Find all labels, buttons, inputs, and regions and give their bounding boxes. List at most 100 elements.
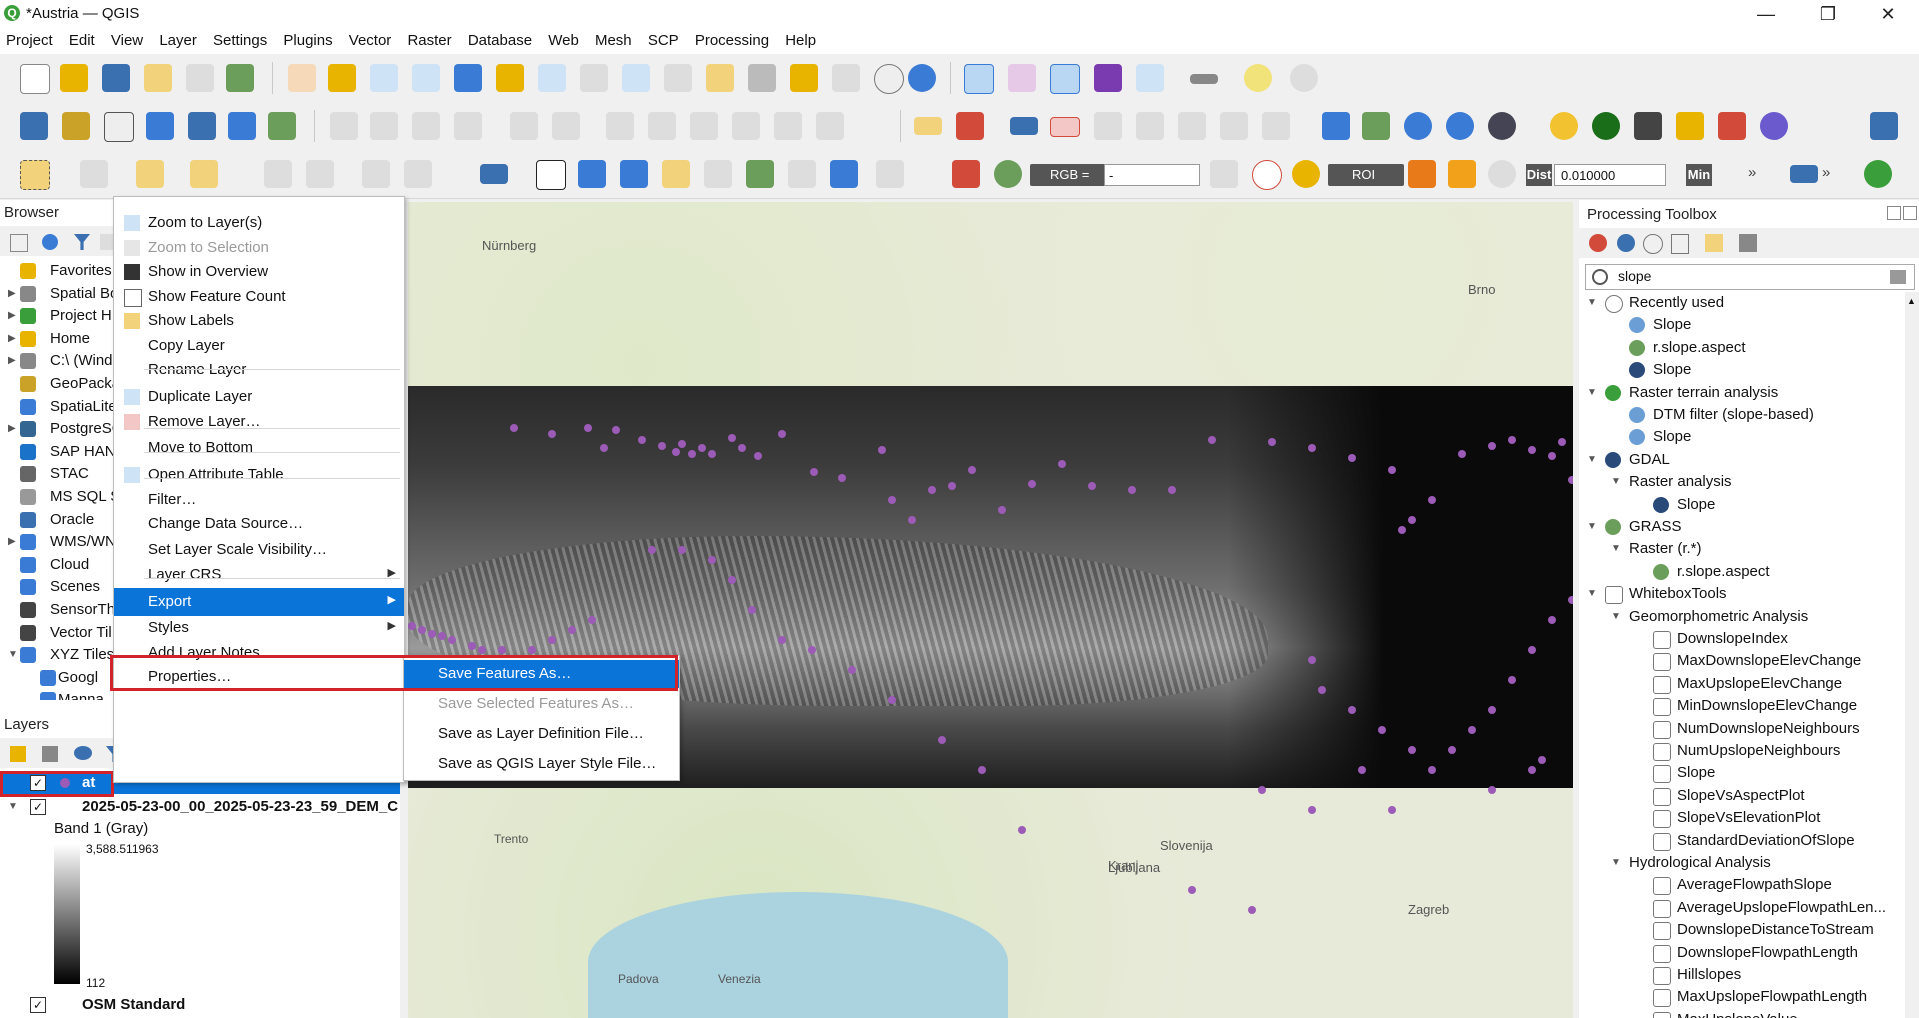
toggle-editing-icon[interactable]: [370, 112, 398, 140]
scp-zoom-icon[interactable]: [994, 160, 1022, 188]
context-menu-item[interactable]: Layer CRS ▶: [114, 561, 404, 589]
merge-features-icon[interactable]: [362, 160, 390, 188]
add-selected-layers-icon[interactable]: [10, 234, 28, 252]
menu-vector[interactable]: Vector: [343, 28, 398, 53]
models-icon[interactable]: [1589, 234, 1607, 252]
menu-scp[interactable]: SCP: [642, 28, 685, 53]
label-toolbar-icon[interactable]: [914, 117, 942, 135]
new-3d-view-icon[interactable]: [748, 64, 776, 92]
zoom-next-icon[interactable]: [664, 64, 692, 92]
toolbox-scrollbar[interactable]: ▲: [1905, 292, 1919, 1018]
add-wms-layer-icon[interactable]: [268, 112, 296, 140]
expand-arrow-icon[interactable]: ▶: [8, 536, 16, 547]
scripts-python-icon[interactable]: [1617, 234, 1635, 252]
edit-features-in-place-icon[interactable]: [1705, 234, 1723, 252]
results-viewer-icon[interactable]: [1671, 234, 1689, 254]
menu-project[interactable]: Project: [0, 28, 59, 53]
data-source-manager-icon[interactable]: [20, 112, 48, 140]
code-editor-icon[interactable]: [876, 160, 904, 188]
filter-icon[interactable]: [74, 234, 90, 250]
context-menu-item[interactable]: Zoom to Layer(s): [114, 209, 404, 237]
rotate-label-icon[interactable]: [1178, 112, 1206, 140]
zoom-layer-icon[interactable]: [538, 64, 566, 92]
expand-arrow-icon[interactable]: ▼: [1587, 297, 1597, 308]
menu-web[interactable]: Web: [542, 28, 585, 53]
edit-pencil-icon[interactable]: [330, 112, 358, 140]
clear-search-icon[interactable]: [1890, 270, 1906, 284]
python-console-icon[interactable]: [1550, 112, 1578, 140]
float-panel-icon[interactable]: [1887, 206, 1901, 220]
select-by-location-icon[interactable]: [1322, 112, 1350, 140]
image-annotation-icon[interactable]: [830, 160, 858, 188]
html-annotation-icon[interactable]: [788, 160, 816, 188]
attribute-table-icon[interactable]: [1136, 64, 1164, 92]
layer-visibility-checkbox[interactable]: ✓: [30, 997, 46, 1013]
map-tips-icon[interactable]: [1244, 64, 1272, 92]
label-settings-icon[interactable]: [1262, 112, 1290, 140]
context-menu-item[interactable]: Styles ▶: [114, 614, 404, 642]
identify-features-icon[interactable]: [964, 64, 994, 94]
context-menu-item[interactable]: Set Layer Scale Visibility…: [114, 536, 404, 564]
scroll-up-icon[interactable]: ▲: [1907, 296, 1916, 306]
search-magnifier-icon[interactable]: [1592, 112, 1620, 140]
menu-raster[interactable]: Raster: [401, 28, 457, 53]
open-layer-styling-icon[interactable]: [10, 746, 26, 762]
context-menu-item[interactable]: Change Data Source…: [114, 510, 404, 538]
close-button[interactable]: ✕: [1868, 2, 1908, 26]
pin-label-icon[interactable]: [1050, 117, 1080, 137]
move-label-icon[interactable]: [1136, 112, 1164, 140]
triangle-tool-icon[interactable]: [1362, 112, 1390, 140]
history-clock-icon[interactable]: [1643, 234, 1663, 254]
minimize-button[interactable]: —: [1746, 2, 1786, 26]
expand-arrow-icon[interactable]: ▼: [1611, 476, 1621, 487]
context-menu-item[interactable]: Rename Layer: [114, 356, 404, 384]
new-geopackage-icon[interactable]: [62, 112, 90, 140]
add-raster-layer-icon[interactable]: [228, 112, 256, 140]
select-shape-icon[interactable]: [190, 160, 218, 188]
context-menu-item[interactable]: Move to Bottom: [114, 434, 404, 462]
reshape-icon[interactable]: [404, 160, 432, 188]
copy-features-icon[interactable]: [690, 112, 718, 140]
zoom-native-icon[interactable]: [580, 64, 608, 92]
menu-mesh[interactable]: Mesh: [589, 28, 638, 53]
roi-polygon-icon[interactable]: [1408, 160, 1436, 188]
search-input[interactable]: slope: [1618, 268, 1651, 284]
temporal-clock-icon[interactable]: [874, 64, 904, 94]
zoom-last-icon[interactable]: [622, 64, 650, 92]
dist-spinbox[interactable]: 0.010000: [1554, 164, 1666, 186]
rgb-select[interactable]: -: [1104, 164, 1200, 186]
refresh-icon[interactable]: [908, 64, 936, 92]
menu-view[interactable]: View: [105, 28, 149, 53]
paste-features-icon[interactable]: [732, 112, 760, 140]
open-project-icon[interactable]: [60, 64, 88, 92]
close-panel-icon[interactable]: [1903, 206, 1917, 220]
expand-arrow-icon[interactable]: ▼: [1587, 588, 1597, 599]
snapping-icon[interactable]: [306, 160, 334, 188]
scp-search-icon[interactable]: [1864, 160, 1892, 188]
crosshair-icon[interactable]: [1718, 112, 1746, 140]
show-hide-labels-icon[interactable]: [1094, 112, 1122, 140]
spatial-bookmark-icon[interactable]: [790, 64, 818, 92]
expand-arrow-icon[interactable]: ▼: [1611, 611, 1621, 622]
menu-processing[interactable]: Processing: [689, 28, 775, 53]
maximize-button[interactable]: ❐: [1808, 2, 1848, 26]
map-canvas[interactable]: Nürnberg Brno Kranj Slovenija Ljubljana …: [408, 202, 1573, 1018]
pan-hand-icon[interactable]: [288, 64, 316, 92]
layer-row-dem[interactable]: ▼ ✓ 2025-05-23-00_00_2025-05-23-23_59_DE…: [0, 796, 400, 818]
select-by-value-icon[interactable]: [80, 160, 108, 188]
save-project-icon[interactable]: [102, 64, 130, 92]
menu-database[interactable]: Database: [462, 28, 538, 53]
add-group-icon[interactable]: [42, 746, 58, 762]
measure-ruler-icon[interactable]: [1190, 74, 1218, 84]
create-polygon-icon[interactable]: [578, 160, 606, 188]
scp-band-set-icon[interactable]: [952, 160, 980, 188]
help-icon[interactable]: [1870, 112, 1898, 140]
expand-arrow-icon[interactable]: ▶: [8, 310, 16, 321]
show-bookmarks-icon[interactable]: [832, 64, 860, 92]
tools-icon[interactable]: [1634, 112, 1662, 140]
menu-layer[interactable]: Layer: [153, 28, 203, 53]
annotation-shape-icon[interactable]: [746, 160, 774, 188]
menu-settings[interactable]: Settings: [207, 28, 273, 53]
layer-row-osm[interactable]: ✓ OSM Standard: [0, 994, 400, 1016]
manage-visibility-eye-icon[interactable]: [74, 746, 92, 760]
